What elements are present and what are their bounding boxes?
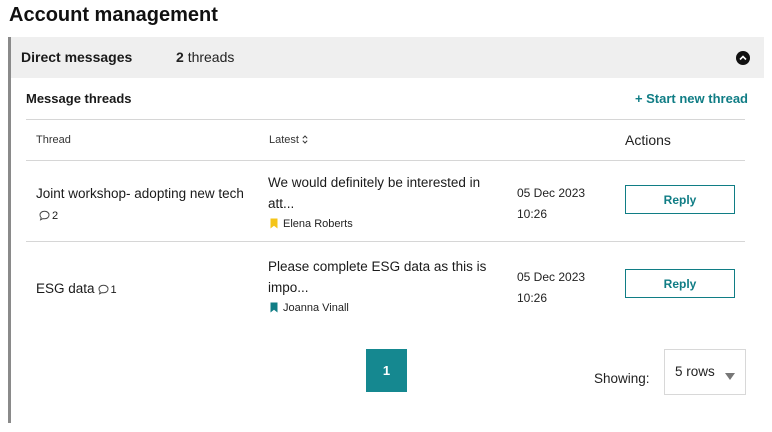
author-name: Elena Roberts	[283, 218, 353, 230]
caret-down-icon	[725, 369, 735, 384]
bookmark-icon	[270, 218, 278, 232]
column-header-thread: Thread	[36, 134, 71, 146]
showing-label: Showing:	[594, 371, 650, 386]
message-author: Elena Roberts	[270, 218, 353, 232]
time-text: 10:26	[517, 207, 548, 221]
thread-title[interactable]: ESG data 1	[36, 278, 251, 301]
thread-title[interactable]: Joint workshop- adopting new tech 2	[36, 183, 251, 227]
divider	[26, 241, 745, 242]
thread-count: 2 threads	[176, 49, 234, 65]
reply-button[interactable]: Reply	[625, 269, 735, 298]
comment-icon	[39, 206, 50, 227]
thread-title-text: ESG data	[36, 281, 95, 296]
column-header-actions: Actions	[625, 132, 671, 148]
time-text: 10:26	[517, 291, 548, 305]
direct-messages-panel: Direct messages 2 threads Message thread…	[8, 37, 764, 423]
comment-count: 1	[110, 284, 117, 296]
bookmark-icon	[270, 302, 278, 316]
column-header-latest-label: Latest	[269, 134, 299, 146]
thread-count-suffix: threads	[187, 49, 235, 65]
rows-per-page-value: 5 rows	[675, 364, 715, 379]
latest-message[interactable]: We would definitely be interested in att…	[268, 172, 508, 214]
thread-title-text: Joint workshop- adopting new tech	[36, 186, 244, 201]
message-threads-card: Message threads + Start new thread Threa…	[11, 78, 764, 423]
sort-icon[interactable]	[302, 135, 308, 147]
column-header-latest[interactable]: Latest	[269, 134, 308, 147]
rows-per-page-select[interactable]: 5 rows	[664, 349, 746, 395]
chevron-up-circle-icon[interactable]	[736, 51, 750, 65]
reply-button[interactable]: Reply	[625, 185, 735, 214]
date-text: 05 Dec 2023	[517, 270, 586, 284]
date-text: 05 Dec 2023	[517, 186, 586, 200]
author-name: Joanna Vinall	[283, 302, 349, 314]
panel-title: Direct messages	[21, 49, 133, 65]
comment-icon	[98, 280, 109, 301]
message-date: 05 Dec 2023 10:26	[517, 183, 585, 225]
divider	[26, 119, 745, 120]
message-date: 05 Dec 2023 10:26	[517, 267, 585, 309]
message-author: Joanna Vinall	[270, 302, 349, 316]
start-new-thread-link[interactable]: + Start new thread	[635, 91, 748, 106]
divider	[26, 160, 745, 161]
comment-count: 2	[52, 210, 59, 222]
page-title: Account management	[9, 4, 218, 26]
panel-header[interactable]: Direct messages 2 threads	[11, 37, 764, 78]
card-title: Message threads	[26, 91, 132, 106]
latest-message[interactable]: Please complete ESG data as this is impo…	[268, 256, 508, 298]
thread-count-number: 2	[176, 49, 184, 65]
pagination-page-1[interactable]: 1	[366, 349, 407, 392]
